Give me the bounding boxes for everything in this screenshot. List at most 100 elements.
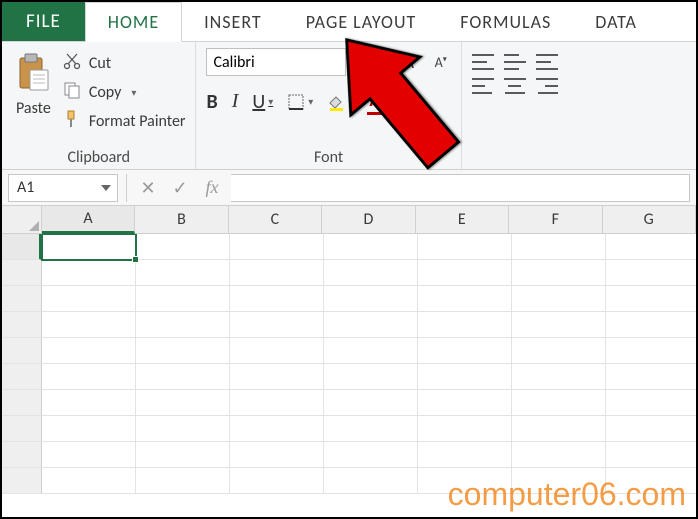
cell[interactable] — [606, 260, 696, 286]
row-header[interactable] — [2, 442, 42, 468]
align-center-button[interactable] — [504, 78, 526, 94]
tab-page-layout[interactable]: PAGE LAYOUT — [284, 2, 439, 41]
cell[interactable] — [418, 364, 512, 390]
cell[interactable] — [324, 416, 418, 442]
cell[interactable] — [42, 312, 136, 338]
fill-handle[interactable] — [132, 256, 139, 263]
cell[interactable] — [418, 338, 512, 364]
column-header[interactable]: C — [229, 206, 322, 233]
cell[interactable] — [136, 364, 230, 390]
align-left-button[interactable] — [472, 78, 494, 94]
row-header[interactable] — [2, 260, 42, 286]
cell[interactable] — [136, 416, 230, 442]
cell[interactable] — [606, 364, 696, 390]
cell[interactable] — [606, 468, 696, 494]
row-header[interactable] — [2, 286, 42, 312]
select-all-corner[interactable] — [2, 206, 42, 233]
bold-button[interactable]: B — [206, 90, 217, 114]
cell[interactable] — [230, 364, 324, 390]
cell[interactable] — [606, 312, 696, 338]
cell[interactable] — [324, 260, 418, 286]
increase-font-button[interactable]: A▴ — [398, 48, 422, 76]
cell[interactable] — [42, 468, 136, 494]
column-header[interactable]: G — [603, 206, 696, 233]
cell[interactable] — [230, 234, 324, 260]
cell[interactable] — [512, 338, 606, 364]
cell[interactable] — [418, 390, 512, 416]
tab-insert[interactable]: INSERT — [182, 2, 284, 41]
cell[interactable] — [606, 286, 696, 312]
paste-button[interactable]: Paste — [12, 48, 55, 144]
cell[interactable] — [324, 312, 418, 338]
column-header[interactable]: D — [322, 206, 415, 233]
cell[interactable] — [136, 442, 230, 468]
cell[interactable] — [512, 416, 606, 442]
tab-formulas[interactable]: FORMULAS — [438, 2, 573, 41]
row-header[interactable] — [2, 416, 42, 442]
cell[interactable] — [324, 234, 418, 260]
cell[interactable] — [324, 364, 418, 390]
cell[interactable] — [418, 416, 512, 442]
cut-button[interactable]: Cut — [63, 52, 186, 75]
cell[interactable] — [324, 390, 418, 416]
copy-button[interactable]: Copy ▾ — [63, 81, 186, 104]
cell[interactable] — [418, 286, 512, 312]
cell[interactable] — [606, 234, 696, 260]
cell[interactable] — [324, 286, 418, 312]
cell[interactable] — [230, 468, 324, 494]
fill-color-button[interactable]: ▾ — [327, 93, 353, 111]
cell[interactable] — [230, 390, 324, 416]
cell[interactable] — [136, 234, 230, 260]
font-size-dropdown[interactable] — [354, 48, 390, 76]
row-header[interactable] — [2, 364, 42, 390]
cell-a1[interactable] — [42, 234, 136, 260]
row-header[interactable] — [2, 338, 42, 364]
cell[interactable] — [512, 468, 606, 494]
cell[interactable] — [136, 468, 230, 494]
cell[interactable] — [512, 442, 606, 468]
cell[interactable] — [512, 286, 606, 312]
cell[interactable] — [230, 416, 324, 442]
tab-file[interactable]: FILE — [2, 2, 85, 41]
cell[interactable] — [512, 390, 606, 416]
italic-button[interactable]: I — [232, 90, 239, 113]
cell[interactable] — [136, 338, 230, 364]
align-top-button[interactable] — [472, 54, 494, 70]
cell[interactable] — [418, 442, 512, 468]
formula-input[interactable] — [231, 174, 690, 202]
cell[interactable] — [42, 286, 136, 312]
font-color-button[interactable]: A ▾ — [367, 88, 391, 115]
align-middle-button[interactable] — [504, 54, 526, 70]
row-header[interactable] — [2, 390, 42, 416]
insert-function-button[interactable]: fx — [199, 174, 225, 202]
cell[interactable] — [136, 286, 230, 312]
decrease-font-button[interactable]: A▾ — [431, 52, 451, 73]
font-name-dropdown[interactable]: Calibri — [206, 48, 346, 76]
cell[interactable] — [230, 312, 324, 338]
cell[interactable] — [606, 442, 696, 468]
border-button[interactable]: ▾ — [287, 93, 313, 111]
cell[interactable] — [42, 338, 136, 364]
column-header[interactable]: A — [42, 206, 135, 234]
column-header[interactable]: B — [135, 206, 228, 233]
cell[interactable] — [230, 286, 324, 312]
cell[interactable] — [136, 390, 230, 416]
name-box[interactable]: A1 — [8, 174, 118, 202]
cell[interactable] — [42, 260, 136, 286]
row-header[interactable] — [2, 468, 42, 494]
column-header[interactable]: E — [416, 206, 509, 233]
cell[interactable] — [418, 468, 512, 494]
underline-button[interactable]: U▾ — [252, 90, 273, 114]
tab-home[interactable]: HOME — [85, 2, 182, 42]
cell[interactable] — [324, 442, 418, 468]
row-header[interactable] — [2, 312, 42, 338]
cell[interactable] — [512, 234, 606, 260]
align-right-button[interactable] — [536, 78, 558, 94]
cell[interactable] — [42, 390, 136, 416]
format-painter-button[interactable]: Format Painter — [63, 110, 186, 133]
cell[interactable] — [418, 260, 512, 286]
row-header[interactable] — [2, 234, 42, 260]
cell[interactable] — [606, 338, 696, 364]
cell[interactable] — [42, 416, 136, 442]
cell[interactable] — [324, 338, 418, 364]
